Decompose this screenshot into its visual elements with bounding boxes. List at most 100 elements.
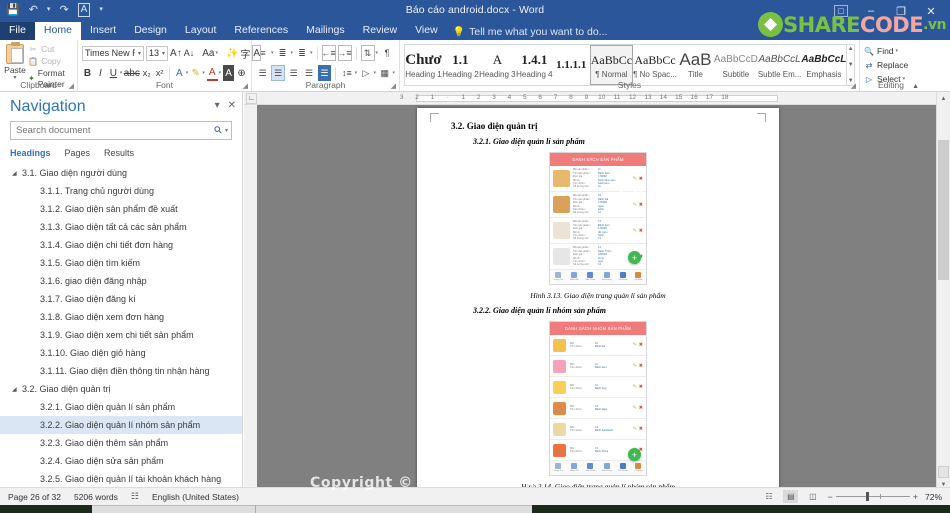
change-case-icon[interactable]: Aa (202, 45, 214, 61)
delete-icon[interactable]: ✖ (639, 176, 643, 182)
multilevel-list-icon[interactable]: ≣ (295, 45, 309, 61)
sort-icon[interactable]: ⇅ (360, 45, 375, 61)
increase-indent-icon[interactable]: →≡ (337, 45, 352, 61)
tab-file[interactable]: File (0, 22, 35, 40)
shading-icon[interactable]: ▷ (359, 65, 372, 81)
delete-icon[interactable]: ✖ (639, 384, 643, 390)
edit-pencil-icon[interactable]: ✎ (633, 176, 637, 182)
copy-button[interactable]: 📋 Copy (28, 56, 73, 67)
tab-design[interactable]: Design (125, 22, 176, 40)
group-row[interactable]: Mã :11 Tên nhóm: Bánh kem ✎ ✖ (550, 356, 646, 377)
multilevel-chevron-down-icon[interactable]: ▾ (310, 50, 313, 56)
spell-check-icon[interactable]: ☷ (131, 491, 139, 502)
align-left-icon[interactable]: ☰ (256, 65, 269, 81)
text-highlight-phonetic-icon[interactable]: 字 (240, 45, 250, 61)
spacing-chevron-down-icon[interactable]: ▾ (355, 70, 358, 76)
group-row[interactable]: Mã :12 Tên nhóm: Bánh Kep ✎ ✖ (550, 377, 646, 398)
search-input[interactable] (14, 124, 215, 137)
group-row[interactable]: Mã :13 Tên nhóm: Bánh Ngọt ✎ ✖ (550, 398, 646, 419)
bottom-nav-item[interactable]: Cá Nhân (634, 463, 643, 472)
numbering-icon[interactable]: ≣ (276, 45, 290, 61)
borders-chevron-down-icon[interactable]: ▾ (392, 70, 395, 76)
borders-icon[interactable]: ▦ (378, 65, 391, 81)
font-name-combo[interactable]: Times New Ro ▾ (82, 45, 144, 61)
previous-page-icon[interactable] (938, 466, 949, 478)
change-case-chevron-down-icon[interactable]: ▾ (215, 50, 218, 56)
font-dialog-launcher-icon[interactable]: ◢ (243, 82, 248, 90)
style-heading-1[interactable]: Chươ Heading 1 (405, 45, 442, 85)
text-effects-icon[interactable]: A (174, 65, 185, 81)
style-normal[interactable]: AaBbCc ¶ Normal (589, 45, 634, 85)
decrease-font-size-icon[interactable]: A↓ (184, 45, 195, 61)
decrease-indent-icon[interactable]: ←≡ (321, 45, 336, 61)
cut-button[interactable]: ✂ Cut (28, 44, 73, 55)
font-name-chevron-down-icon[interactable]: ▾ (135, 50, 141, 57)
tab-insert[interactable]: Insert (81, 22, 125, 40)
italic-icon[interactable]: I (95, 65, 106, 81)
nav-heading-item[interactable]: 3.2.2. Giao diện quản lí nhóm sản phẩm (0, 416, 242, 434)
zoom-knob[interactable] (865, 492, 869, 501)
nav-heading-item[interactable]: 3.1.9. Giao diện xem chi tiết sản phẩm (0, 326, 242, 344)
clear-formatting-icon[interactable]: ✨ (226, 45, 238, 61)
subscript-icon[interactable]: x₂ (141, 65, 152, 81)
nav-heading-item[interactable]: 3.1.11. Giao diện điền thông tin nhận hà… (0, 362, 242, 380)
bullets-icon[interactable]: ≡ (256, 45, 270, 61)
text-shading-icon[interactable]: A (223, 65, 235, 81)
align-center-icon[interactable]: ☰ (271, 65, 285, 81)
nav-heading-item[interactable]: 3.1.1. Trang chủ người dùng (0, 182, 242, 200)
zoom-slider[interactable]: − + (827, 492, 918, 502)
bottom-nav-item[interactable]: Đơn Hàng (602, 272, 611, 281)
collapse-ribbon-icon[interactable]: ▲ (912, 83, 919, 90)
document-page[interactable]: 3.2. Giao diện quản trị 3.2.1. Giao diện… (417, 108, 779, 513)
find-chevron-down-icon[interactable]: ▾ (896, 45, 899, 58)
tab-view[interactable]: View (406, 22, 447, 40)
bold-icon[interactable]: B (82, 65, 93, 81)
bottom-nav-item[interactable]: Đơn Hàng (602, 463, 611, 472)
styles-scroll-down-icon[interactable]: ▼ (848, 62, 854, 68)
nav-heading-item[interactable]: 3.1.10. Giao diện giỏ hàng (0, 344, 242, 362)
nav-heading-item[interactable]: 3.1.7. Giao diện đăng kí (0, 290, 242, 308)
style-no-spacing[interactable]: AaBbCc ¶ No Spac... (633, 45, 677, 85)
nav-tab-results[interactable]: Results (104, 148, 134, 158)
clipboard-dialog-launcher-icon[interactable]: ◢ (69, 82, 74, 90)
replace-button[interactable]: ⇄ Replace (864, 59, 918, 72)
page-indicator[interactable]: Page 26 of 32 (8, 492, 61, 502)
tab-layout[interactable]: Layout (176, 22, 226, 40)
edit-pencil-icon[interactable]: ✎ (633, 405, 637, 411)
align-right-icon[interactable]: ☰ (287, 65, 300, 81)
bottom-nav-item[interactable]: Nhóm SP (570, 272, 579, 281)
navigation-close-icon[interactable]: ✕ (228, 100, 236, 111)
font-size-combo[interactable]: 13 ▾ (146, 45, 169, 61)
search-document-box[interactable]: ⚲ ▾ (10, 121, 232, 140)
product-row[interactable]: Mã sản phẩm :13 Tên sản phẩm : Bánh kem Đơn… (550, 218, 646, 244)
bottom-nav-item[interactable]: Sản Phẩm (585, 272, 595, 281)
text-effects-chevron-down-icon[interactable]: ▾ (186, 70, 189, 76)
expand-triangle-icon[interactable]: ◢ (12, 386, 22, 393)
tab-home[interactable]: Home (34, 22, 81, 40)
edit-pencil-icon[interactable]: ✎ (633, 384, 637, 390)
tell-me-box[interactable]: 💡 Tell me what you want to do... (447, 24, 614, 40)
delete-icon[interactable]: ✖ (639, 363, 643, 369)
line-and-paragraph-spacing-icon[interactable]: ↕≡ (340, 65, 353, 81)
tab-references[interactable]: References (225, 22, 297, 40)
navigation-options-chevron-down-icon[interactable]: ▾ (215, 100, 220, 111)
font-color-icon[interactable]: A (206, 65, 218, 81)
font-size-chevron-down-icon[interactable]: ▾ (159, 50, 165, 57)
style-heading-4[interactable]: 1.4.1 Heading 4 (516, 45, 553, 85)
font-color-chevron-down-icon[interactable]: ▾ (219, 70, 222, 76)
scroll-up-icon[interactable]: ▲ (937, 92, 950, 106)
bottom-nav-item[interactable]: Tài Khoản (618, 272, 628, 281)
bullets-chevron-down-icon[interactable]: ▾ (271, 50, 274, 56)
group-row[interactable]: Mã :14 Tên nhóm: Bánh Sandwich ✎ ✖ (550, 419, 646, 440)
style-heading-3[interactable]: A Heading 3 (479, 45, 516, 85)
underline-chevron-down-icon[interactable]: ▾ (120, 70, 123, 76)
vertical-ruler[interactable] (244, 105, 257, 492)
word-count[interactable]: 5206 words (74, 492, 118, 502)
nav-heading-item[interactable]: 3.2.5. Giao diện quản lí tài khoản khách… (0, 470, 242, 488)
nav-heading-item[interactable]: 3.1.5. Giao diện tìm kiếm (0, 254, 242, 272)
scrollbar-thumb[interactable] (938, 140, 949, 280)
nav-heading-item[interactable]: 3.2.3. Giao diện thêm sản phẩm (0, 434, 242, 452)
bottom-nav-item[interactable]: Trang Chủ (553, 272, 563, 281)
language-indicator[interactable]: English (United States) (152, 492, 239, 502)
text-highlight-color-icon[interactable]: ✎ (190, 65, 201, 81)
